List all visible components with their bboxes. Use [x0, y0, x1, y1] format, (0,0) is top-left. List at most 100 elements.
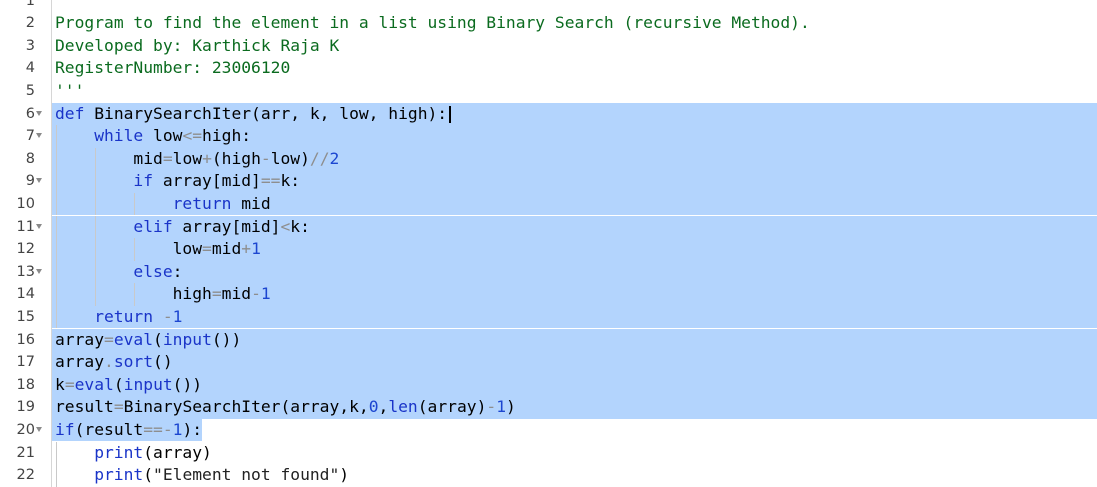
indent-guide — [56, 215, 57, 239]
code-line[interactable]: 7 while low<=high: — [0, 125, 1097, 148]
code-token: ( — [113, 374, 124, 394]
code-line[interactable]: 2 Program to find the element in a list u… — [0, 12, 1097, 35]
indent-guide — [95, 147, 97, 171]
indent-guide — [56, 441, 57, 465]
code-token: - — [260, 148, 271, 168]
fold-arrow-icon[interactable] — [36, 223, 42, 229]
code-token: 1 — [260, 284, 271, 304]
selection-highlight — [52, 373, 1097, 397]
code-editor[interactable]: 1 2 Program to find the element in a list … — [0, 0, 1097, 487]
indent-guide — [56, 283, 57, 306]
code-line[interactable]: 20 if(result==-1): — [0, 418, 1097, 442]
code-line[interactable]: 22 print("Element not found") — [0, 464, 1097, 487]
code-text: array.sort() — [55, 351, 173, 374]
code-token: BinarySearchIter(array,k, — [123, 397, 369, 417]
code-token: ()) — [211, 329, 242, 349]
code-token: () — [153, 352, 173, 372]
code-token: Developed by: Karthick Raja K — [55, 35, 340, 55]
code-token: 0 — [368, 397, 379, 417]
code-token: result — [55, 397, 114, 417]
code-token: (high — [211, 148, 261, 168]
code-token: RegisterNumber: 23006120 — [55, 58, 291, 78]
fold-arrow-icon[interactable] — [36, 268, 42, 274]
code-token: elif — [133, 216, 173, 236]
code-line[interactable]: 15 return -1 — [0, 305, 1097, 329]
code-line[interactable]: 14 high=mid-1 — [0, 283, 1097, 306]
code-token: . — [104, 352, 114, 372]
code-line[interactable]: 17 array.sort() — [0, 351, 1097, 374]
code-line[interactable]: 8 mid=low+(high-low)//2 — [0, 147, 1097, 171]
code-token: ==- — [143, 419, 173, 439]
code-line[interactable]: 10 return mid — [0, 192, 1097, 216]
code-token: array — [55, 352, 105, 372]
code-line[interactable]: 1 — [0, 0, 1097, 12]
code-line[interactable]: 12 low=mid+1 — [0, 238, 1097, 261]
line-number: 6 — [25, 105, 35, 122]
code-token: "Element not found" — [153, 465, 340, 485]
fold-arrow-icon[interactable] — [36, 133, 42, 139]
line-number: 4 — [25, 60, 35, 77]
code-line[interactable]: 4 RegisterNumber: 23006120 — [0, 57, 1097, 80]
code-token: mid — [211, 239, 242, 259]
code-token: ( — [153, 329, 163, 349]
line-number: 11 — [16, 218, 35, 235]
code-line[interactable]: 21 print(array) — [0, 441, 1097, 465]
code-line[interactable]: 18 k=eval(input()) — [0, 373, 1097, 397]
line-number: 14 — [16, 286, 35, 303]
code-text: def BinarySearchIter(arr, k, low, high): — [55, 103, 447, 126]
code-text: ''' — [55, 80, 84, 103]
line-number: 3 — [25, 37, 35, 54]
text-caret — [449, 105, 452, 123]
code-token: (result — [74, 419, 144, 439]
code-token: (array) — [417, 397, 487, 417]
code-token: low) — [270, 148, 310, 168]
code-token: else — [133, 261, 173, 281]
indent-guide — [56, 170, 57, 193]
indent-guide — [56, 192, 57, 216]
indent-guide — [134, 283, 136, 306]
code-text: k=eval(input()) — [55, 374, 202, 397]
indent-guide — [56, 238, 57, 261]
indent-guide — [95, 238, 97, 261]
code-line[interactable]: 5 ''' — [0, 80, 1097, 103]
line-number: 16 — [16, 331, 35, 348]
code-line[interactable]: 11 elif array[mid]<k: — [0, 215, 1097, 239]
code-token: ): — [182, 419, 203, 439]
code-text: result=BinarySearchIter(array,k,0,len(ar… — [55, 396, 516, 419]
code-token: k — [55, 374, 65, 394]
fold-arrow-icon[interactable] — [36, 110, 42, 116]
fold-arrow-icon[interactable] — [36, 426, 42, 432]
line-number: 9 — [25, 173, 35, 190]
code-token: if — [55, 419, 75, 439]
line-number: 10 — [16, 195, 35, 212]
code-line[interactable]: 13 else: — [0, 260, 1097, 284]
code-token: - — [162, 306, 173, 326]
code-line[interactable]: 6 def BinarySearchIter(arr, k, low, high)… — [0, 102, 1097, 126]
code-token: ()) — [172, 374, 203, 394]
code-token: 1 — [172, 306, 183, 326]
code-text: mid=low+(high-low)//2 — [133, 148, 339, 171]
code-token: , — [378, 397, 389, 417]
indent-guide — [56, 147, 57, 171]
indent-guide — [134, 238, 136, 261]
code-token: 1 — [251, 239, 261, 259]
code-token: return — [94, 306, 154, 326]
code-token: = — [211, 284, 222, 304]
code-token: mid — [221, 284, 252, 304]
code-token: - — [251, 284, 261, 304]
code-token: 2 — [329, 148, 340, 168]
fold-arrow-icon[interactable] — [36, 178, 42, 184]
code-token: array[mid] — [153, 171, 261, 191]
code-token: mid — [231, 193, 271, 213]
line-number: 19 — [16, 399, 35, 416]
code-text: RegisterNumber: 23006120 — [55, 57, 290, 80]
code-line[interactable]: 3 Developed by: Karthick Raja K — [0, 35, 1097, 58]
code-token: = — [162, 148, 173, 168]
code-line[interactable]: 19 result=BinarySearchIter(array,k,0,len(… — [0, 396, 1097, 419]
code-line[interactable]: 16 array=eval(input()) — [0, 328, 1097, 352]
indent-guide — [134, 192, 136, 216]
code-line[interactable]: 9 if array[mid]==k: — [0, 170, 1097, 193]
code-text: high=mid-1 — [173, 283, 271, 306]
code-token: == — [260, 171, 281, 191]
